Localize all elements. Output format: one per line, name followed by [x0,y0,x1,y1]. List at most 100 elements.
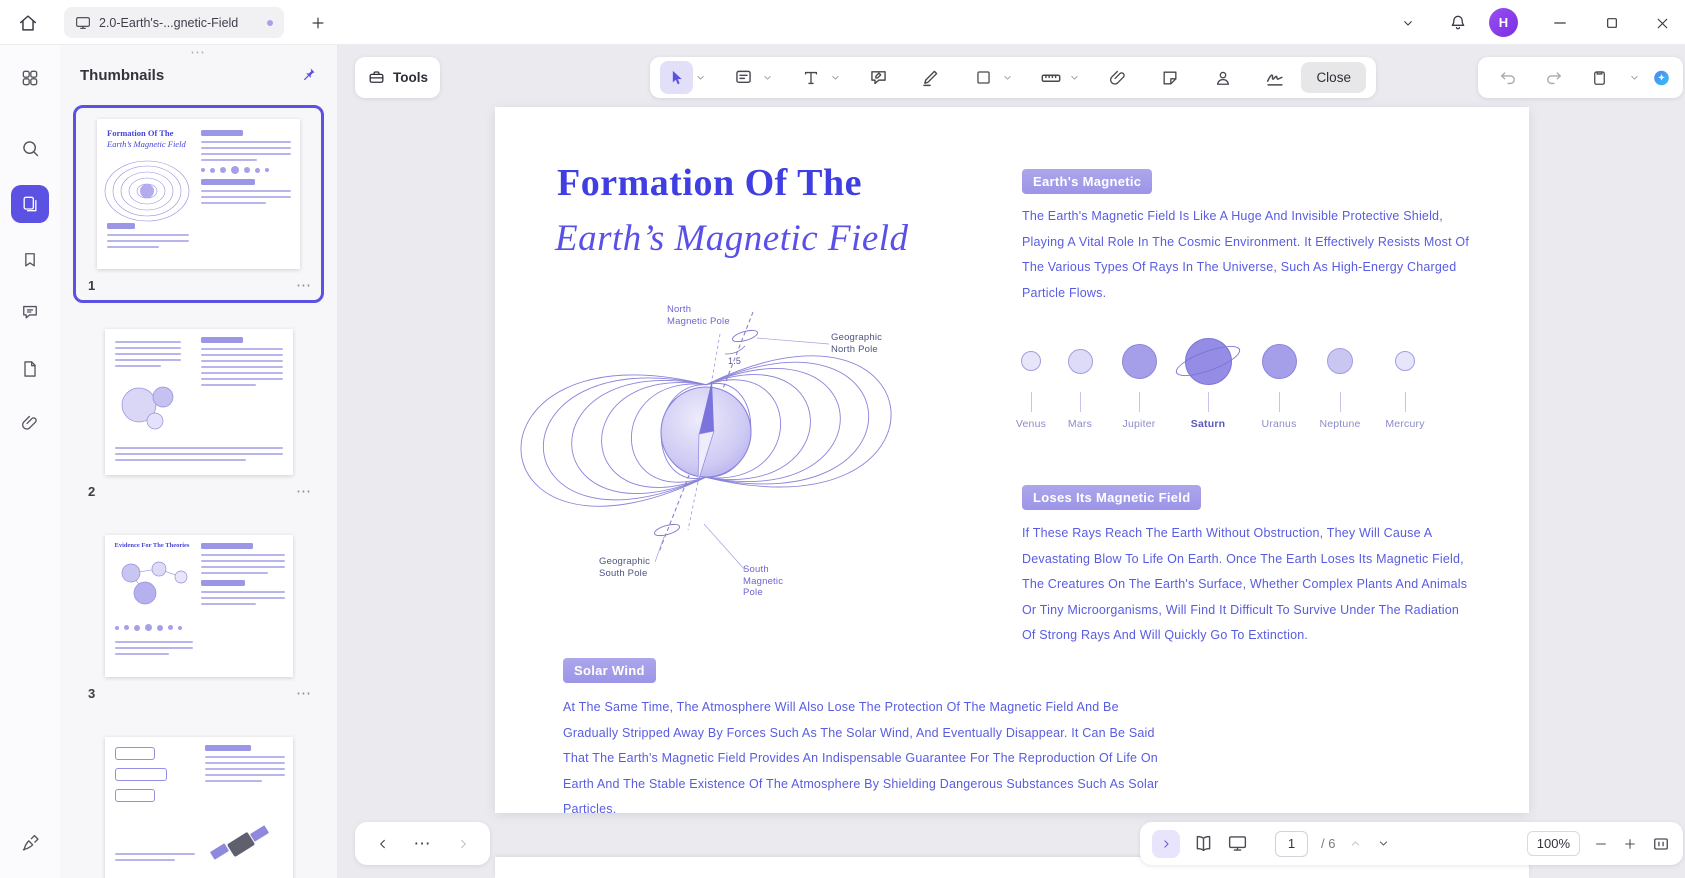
comment-tool-button[interactable] [862,61,895,94]
planet-label: Mercury [1373,418,1437,430]
prev-page-button[interactable] [375,836,391,852]
close-icon [1654,15,1671,32]
signature-icon [1264,67,1286,89]
shape-tool-dropdown[interactable] [1000,72,1015,83]
stamp-tool-button[interactable] [1206,61,1239,94]
plus-icon [309,14,327,32]
apps-grid-button[interactable] [12,60,48,96]
thumbnail-menu-button[interactable]: ⋯ [296,487,312,497]
maximize-button[interactable] [1596,7,1628,39]
text-tool-dropdown[interactable] [828,72,843,83]
attach-tool-button[interactable] [1101,61,1134,94]
close-label: Close [1316,70,1351,85]
previous-page-chevron[interactable] [1348,836,1363,851]
select-tool-dropdown[interactable] [693,72,708,83]
mini-heading: Evidence For The Theories [115,542,190,549]
page-1-thumbnail[interactable]: Formation Of The Earth’s Magnetic Field [97,119,300,269]
mini-circles-diagram [109,375,193,437]
tab-title: 2.0-Earth's-...gnetic-Field [99,16,259,30]
sticker-icon [1160,68,1180,88]
view-status-pill: / 6 100% [1140,822,1683,865]
shape-tool-button[interactable] [967,61,1000,94]
zoom-in-button[interactable] [1622,836,1638,852]
zoom-out-button[interactable] [1593,836,1609,852]
measure-tool-button[interactable] [1034,61,1067,94]
maximize-icon [1604,15,1620,31]
sign-tool-button[interactable] [12,825,48,861]
note-tool-button[interactable] [727,61,760,94]
thumbnail-menu-button[interactable]: ⋯ [296,689,312,699]
text-tool-button[interactable] [795,61,828,94]
thumbnails-panel: ⋯ Thumbnails Formation Of The Earth’s Ma… [60,45,338,878]
tools-label: Tools [393,70,428,85]
attachments-button[interactable] [12,405,48,441]
document-button[interactable] [12,351,48,387]
page-number: 2 [88,484,95,499]
measure-tool-dropdown[interactable] [1067,72,1082,83]
sticker-tool-button[interactable] [1154,61,1187,94]
clipboard-dropdown[interactable] [1629,72,1640,83]
mini-planet-dots [115,624,182,631]
page-4-thumbnail[interactable] [105,737,293,878]
zoom-level[interactable]: 100% [1527,831,1580,856]
next-page-chevron[interactable] [1376,836,1391,851]
thumbnails-panel-button[interactable] [11,185,49,223]
planet-label: Uranus [1247,418,1311,430]
annotation-toolbar: Close [650,57,1376,98]
next-page-button[interactable] [455,836,471,852]
bookmarks-button[interactable] [12,242,48,278]
marker-tool-button[interactable] [914,61,947,94]
note-tool-dropdown[interactable] [760,72,775,83]
avatar[interactable]: H [1489,8,1518,37]
close-window-button[interactable] [1646,7,1678,39]
clipboard-button[interactable] [1583,61,1616,94]
tools-button[interactable]: Tools [355,57,440,98]
undo-button[interactable] [1491,61,1524,94]
document-tab[interactable]: 2.0-Earth's-...gnetic-Field [64,7,284,38]
signature-tool-button[interactable] [1258,61,1291,94]
page-menu-button[interactable]: ⋯ [414,834,432,854]
paperclip-icon [20,413,40,433]
planet-uranus: Uranus [1247,333,1311,430]
panel-title: Thumbnails [80,67,164,84]
thumbnail-cell-1[interactable]: Formation Of The Earth’s Magnetic Field [73,105,324,303]
thumbnails-icon [20,194,40,214]
page-nav-pill: ⋯ [355,822,490,865]
select-tool-button[interactable] [660,61,693,94]
reading-mode-button[interactable] [1193,833,1214,854]
tab-list-button[interactable] [1392,7,1424,39]
page-3-thumbnail[interactable]: Evidence For The Theories [105,535,293,677]
new-tab-button[interactable] [302,7,334,39]
thumbnail-cell-2[interactable]: 2 ⋯ [73,315,324,509]
fit-page-button[interactable] [1651,834,1671,854]
home-button[interactable] [12,7,44,39]
doc-title-line2: Earth’s Magnetic Field [555,217,909,260]
thumbnail-menu-button[interactable]: ⋯ [296,281,312,291]
page-number-input[interactable] [1275,831,1308,857]
search-button[interactable] [12,130,48,166]
thumbnail-footer: 3 ⋯ [76,684,321,708]
ai-assistant-button[interactable] [1653,64,1670,92]
notifications-button[interactable] [1442,7,1474,39]
page-2-thumbnail[interactable] [105,329,293,475]
pin-icon[interactable] [299,66,317,84]
main-content: Tools [338,45,1685,878]
note-icon [733,67,754,88]
planet-label: Saturn [1176,418,1240,430]
panel-resize-handle[interactable]: ⋯ [190,45,207,61]
comments-button[interactable] [12,294,48,330]
mini-text-block [201,130,291,208]
presentation-mode-button[interactable] [1227,833,1248,854]
doc-title-line1: Formation Of The [557,161,862,205]
search-icon [20,138,41,159]
collapse-panel-button[interactable] [1152,830,1180,858]
paragraph-earths-magnetic: The Earth's Magnetic Field Is Like A Hug… [1022,204,1474,306]
minimize-icon [1551,14,1569,32]
mini-flow-boxes [115,747,175,810]
thumbnail-cell-3[interactable]: Evidence For The Theories [73,521,324,711]
close-toolbar-button[interactable]: Close [1301,62,1366,93]
label-geographic-north-pole: Geographic North Pole [831,332,882,355]
minimize-button[interactable] [1544,7,1576,39]
redo-button[interactable] [1537,61,1570,94]
thumbnail-cell-4[interactable] [73,723,324,878]
